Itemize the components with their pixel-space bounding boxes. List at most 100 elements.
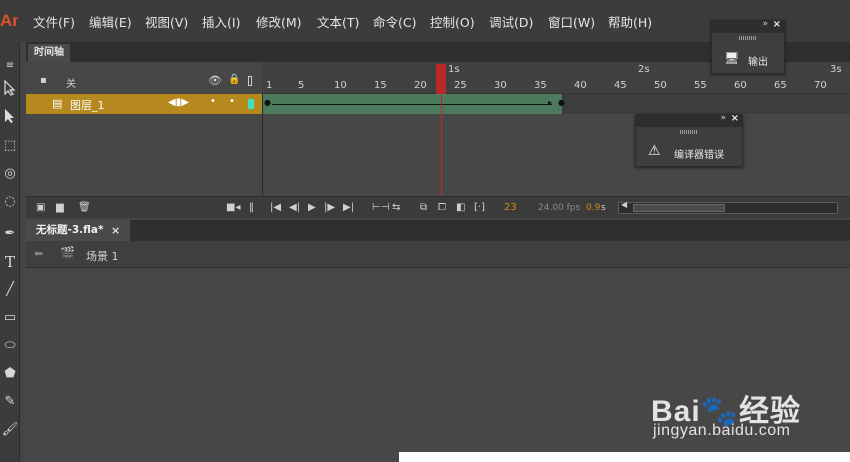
tab-timeline[interactable]: 时间轴 (28, 44, 70, 62)
ruler-number: 10 (334, 80, 347, 91)
new-layer-icon[interactable]: ▣ (36, 200, 45, 216)
document-tab[interactable]: 无标题-3.fla* × (26, 220, 130, 241)
scroll-thumb[interactable] (633, 204, 725, 212)
go-to-last-frame-icon[interactable]: ▶| (343, 200, 354, 216)
motion-tween-span[interactable]: ● ▸ (262, 94, 562, 114)
selection-tool-icon[interactable] (0, 79, 20, 100)
menu-insert[interactable]: 插入(I) (202, 12, 240, 31)
scene-clapper-icon: 🎬 (60, 246, 75, 260)
tween-nav-icon[interactable]: ◀▮▶ (168, 97, 189, 108)
playhead[interactable] (436, 64, 446, 94)
compiler-errors-panel: » × ⚠ 编译器错误 (635, 113, 743, 167)
menu-modify[interactable]: 修改(M) (256, 12, 302, 31)
close-icon[interactable]: × (773, 19, 781, 30)
ruler-number: 60 (734, 80, 747, 91)
ruler-number: 30 (494, 80, 507, 91)
app-logo: An (0, 11, 18, 30)
menu-debug[interactable]: 调试(D) (489, 12, 533, 31)
layer-folder-icon[interactable]: ▪ (40, 75, 47, 86)
layer-header-label: 关 (66, 79, 76, 90)
collapse-icon[interactable]: » (720, 113, 726, 123)
ruler-number: 70 (814, 80, 827, 91)
back-arrow-icon[interactable]: ⬅ (34, 247, 43, 260)
layer-name[interactable]: 图层_1 (70, 97, 105, 113)
watermark: Bai🐾经验 jingyan.baidu.com (651, 374, 841, 444)
pen-tool-icon[interactable]: ✒ (0, 224, 20, 244)
current-frame[interactable]: 23 (504, 200, 517, 216)
grip-icon[interactable] (739, 36, 757, 40)
lock-icon[interactable]: 🔒 (228, 74, 240, 85)
menu-file[interactable]: 文件(F) (33, 12, 75, 31)
center-frame-icon[interactable]: ⊢⊣ (372, 200, 389, 216)
document-title: 无标题-3.fla* (36, 224, 104, 236)
menu-control[interactable]: 控制(O) (430, 12, 475, 31)
timeline-controls: ▣ ▆ 🗑 ■◂ ‖ |◀ ◀| ▶ |▶ ▶| ⊢⊣ ⇆ ⧉ ⧠ ◧ [·] … (26, 196, 850, 218)
stage-canvas[interactable] (399, 452, 850, 462)
brush-tool-icon[interactable]: 🖌 (0, 420, 20, 440)
frame-rate[interactable]: 24.00 fps (538, 200, 580, 216)
menu-commands[interactable]: 命令(C) (373, 12, 416, 31)
output-panel: » × 🖥 输出 (711, 19, 785, 74)
camera-icon[interactable]: ■◂ (226, 200, 240, 216)
polystar-tool-icon[interactable]: ⬟ (0, 364, 20, 384)
layer-type-icon: ▤ (52, 97, 63, 110)
loop-icon[interactable]: ⇆ (392, 200, 400, 216)
menu-window[interactable]: 窗口(W) (548, 12, 595, 31)
tween-arrow (272, 104, 552, 105)
visibility-icon[interactable]: 👁 (208, 74, 222, 87)
free-transform-tool-icon[interactable]: ⬚ (0, 136, 20, 156)
scroll-left-icon[interactable]: ◀ (621, 200, 627, 209)
pencil-tool-icon[interactable]: ✎ (0, 392, 20, 412)
oval-tool-icon[interactable]: ⬭ (0, 336, 20, 356)
layer-row[interactable]: ▤ 图层_1 ◀▮▶ • • (26, 94, 262, 114)
new-folder-icon[interactable]: ▆ (56, 200, 64, 216)
grip-icon[interactable] (680, 130, 698, 134)
ruler-number: 5 (298, 80, 305, 91)
menu-help[interactable]: 帮助(H) (608, 12, 652, 31)
onion-outline-icon[interactable]: ⧠ (438, 200, 446, 216)
elapsed-unit: s (601, 203, 606, 213)
play-icon[interactable]: ▶ (308, 200, 316, 216)
compiler-errors-label[interactable]: 编译器错误 (674, 146, 724, 161)
close-icon[interactable]: × (111, 220, 120, 241)
panel-drag-icon[interactable]: ‖ (249, 200, 254, 216)
menu-edit[interactable]: 编辑(E) (89, 12, 132, 31)
line-tool-icon[interactable]: ╱ (0, 280, 20, 300)
ruler-number: 1 (266, 80, 273, 91)
scene-label[interactable]: 场景 1 (86, 248, 119, 264)
delete-layer-icon[interactable]: 🗑 (78, 200, 91, 216)
ruler-number: 15 (374, 80, 387, 91)
output-icon[interactable]: 🖥 (724, 51, 739, 65)
end-keyframe-dot[interactable]: ● (558, 98, 565, 107)
lock-dot-icon[interactable]: • (229, 96, 235, 107)
layer-color-swatch[interactable] (248, 99, 254, 109)
onion-skin-icon[interactable]: ⧉ (420, 200, 427, 216)
go-to-first-frame-icon[interactable]: |◀ (270, 200, 281, 216)
step-back-icon[interactable]: ◀| (289, 200, 300, 216)
outline-icon[interactable] (248, 76, 252, 86)
keyframe-dot[interactable]: ● (264, 98, 271, 107)
watermark-url: jingyan.baidu.com (653, 422, 791, 439)
step-forward-icon[interactable]: |▶ (324, 200, 335, 216)
panel-header[interactable]: » × (636, 113, 742, 127)
lasso-tool-icon[interactable]: ◌ (0, 192, 20, 212)
collapse-icon[interactable]: » (762, 19, 768, 29)
close-icon[interactable]: × (731, 113, 739, 124)
output-label[interactable]: 输出 (748, 53, 768, 68)
frames-row[interactable]: ● ▸ ● (262, 94, 850, 114)
edit-multiple-frames-icon[interactable]: ◧ (456, 200, 465, 216)
elapsed-time[interactable]: 0.9 (586, 200, 600, 216)
menu-view[interactable]: 视图(V) (145, 12, 188, 31)
panel-menu-icon[interactable]: ≡ (0, 56, 20, 76)
ruler-seconds: 1s (448, 64, 460, 75)
menu-text[interactable]: 文本(T) (317, 12, 359, 31)
visibility-dot-icon[interactable]: • (210, 96, 216, 107)
3d-rotation-tool-icon[interactable]: ◎ (0, 164, 20, 184)
subselection-tool-icon[interactable] (0, 108, 20, 128)
rectangle-tool-icon[interactable]: ▭ (0, 308, 20, 328)
modify-markers-icon[interactable]: [·] (474, 200, 485, 216)
warning-icon[interactable]: ⚠ (648, 143, 661, 159)
timeline-scrollbar[interactable]: ◀ (618, 200, 838, 214)
text-tool-icon[interactable]: T (0, 252, 20, 272)
panel-header[interactable]: » × (712, 19, 784, 33)
